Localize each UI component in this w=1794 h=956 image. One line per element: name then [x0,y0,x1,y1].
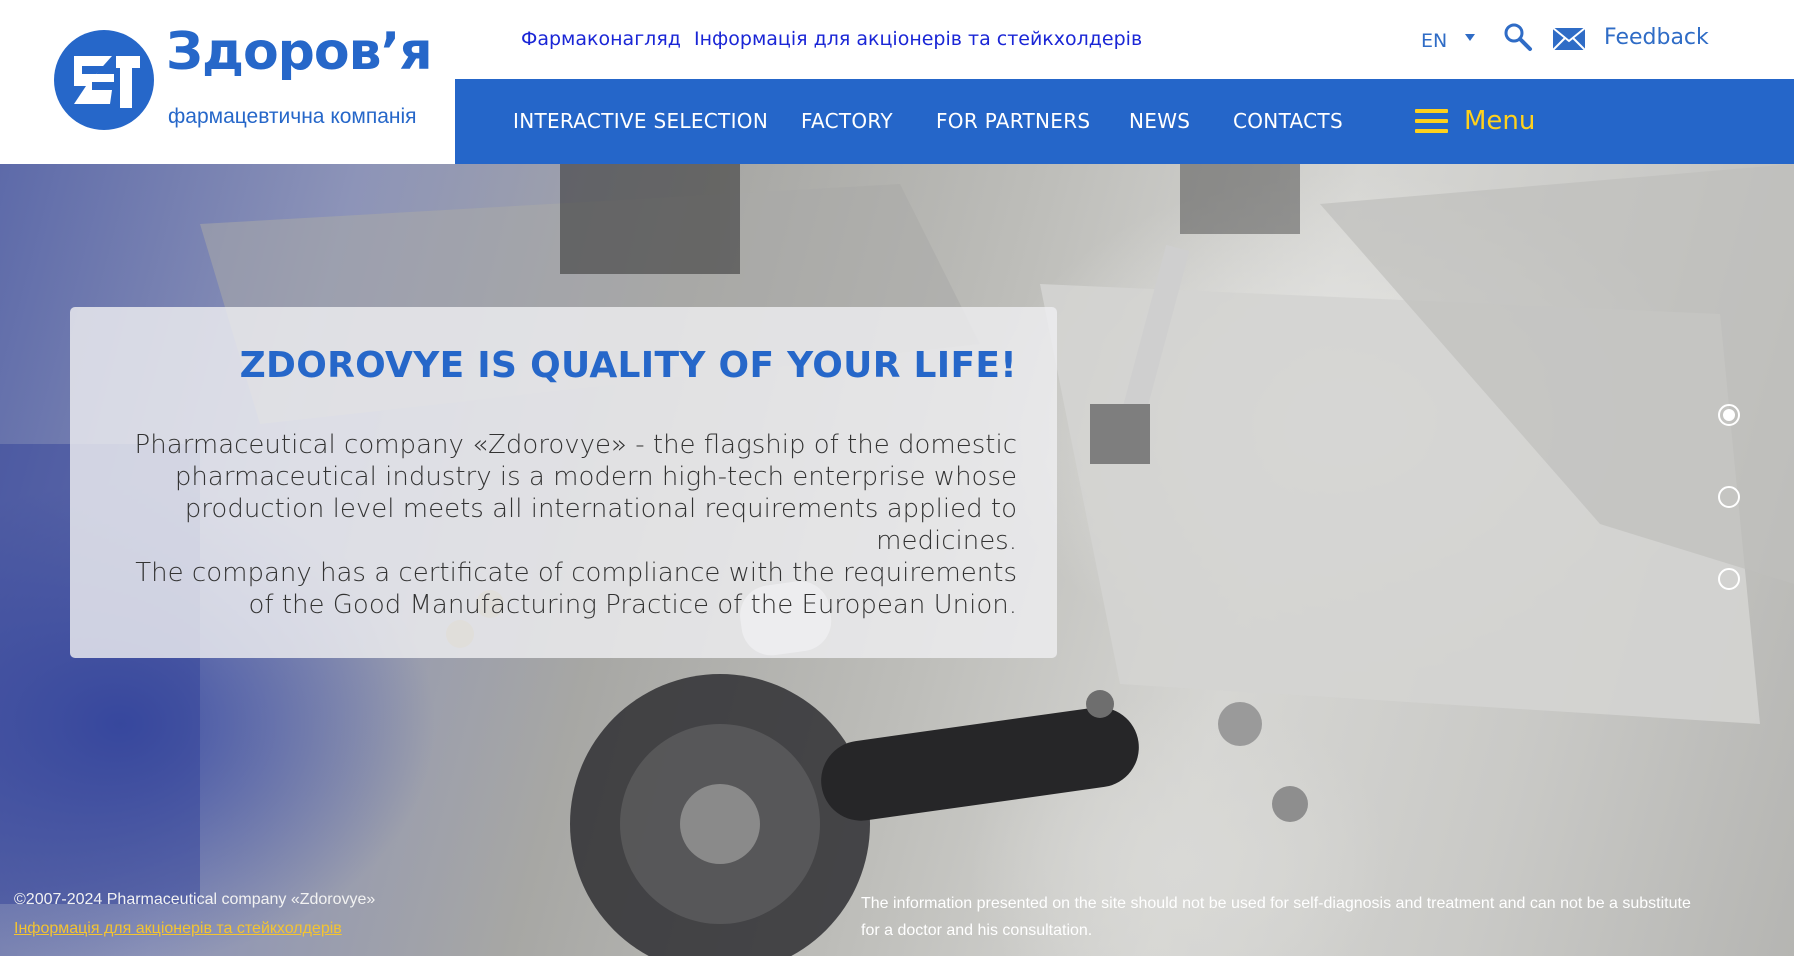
nav-factory[interactable]: FACTORY [801,109,893,133]
slide-dot-1[interactable] [1718,404,1740,426]
menu-label: Menu [1464,106,1536,136]
hero-paragraph-1: Pharmaceutical company «Zdorovye» - the … [134,430,1017,556]
main-nav: INTERACTIVE SELECTION FACTORY FOR PARTNE… [455,79,1794,164]
hero-paragraph-2: The company has a certificate of complia… [135,558,1017,620]
menu-button[interactable]: Menu [1415,101,1535,141]
feedback-link[interactable]: Feedback [1604,25,1709,50]
footer-left: ©2007-2024 Pharmaceutical company «Zdoro… [14,890,375,938]
nav-for-partners[interactable]: FOR PARTNERS [936,109,1090,133]
hero-title: ZDOROVYE IS QUALITY OF YOUR LIFE! [239,345,1017,386]
slide-dot-3[interactable] [1718,568,1740,590]
zt-logo-icon [54,30,154,130]
site-header: Здоров’я фармацевтична компанія Фармакон… [0,0,1794,164]
slide-dot-2[interactable] [1718,486,1740,508]
logo-link[interactable]: Здоров’я фармацевтична компанія [0,0,455,164]
nav-contacts[interactable]: CONTACTS [1233,109,1343,133]
chevron-down-icon[interactable] [1465,34,1475,41]
utility-bar: Фармаконагляд Інформація для акціонерів … [455,0,1794,79]
brand-name: Здоров’я [166,22,433,82]
footer-stakeholders-link[interactable]: Інформація для акціонерів та стейкхолдер… [14,920,375,938]
nav-interactive-selection[interactable]: INTERACTIVE SELECTION [513,109,768,133]
language-selector[interactable]: EN [1421,30,1447,52]
hamburger-icon [1415,109,1448,133]
nav-news[interactable]: NEWS [1129,109,1190,133]
hero-text-card: ZDOROVYE IS QUALITY OF YOUR LIFE! Pharma… [70,307,1057,658]
stakeholders-link[interactable]: Інформація для акціонерів та стейкхолдер… [694,28,1142,50]
mail-icon[interactable] [1552,27,1586,51]
copyright-text: ©2007-2024 Pharmaceutical company «Zdoro… [14,891,376,908]
brand-subtitle: фармацевтична компанія [168,105,417,128]
hero-description: Pharmaceutical company «Zdorovye» - the … [117,429,1017,621]
search-icon[interactable] [1503,22,1533,52]
hero-slider: ZDOROVYE IS QUALITY OF YOUR LIFE! Pharma… [0,164,1794,956]
medical-disclaimer: The information presented on the site sh… [861,895,1691,939]
pharmacovigilance-link[interactable]: Фармаконагляд [521,28,681,50]
